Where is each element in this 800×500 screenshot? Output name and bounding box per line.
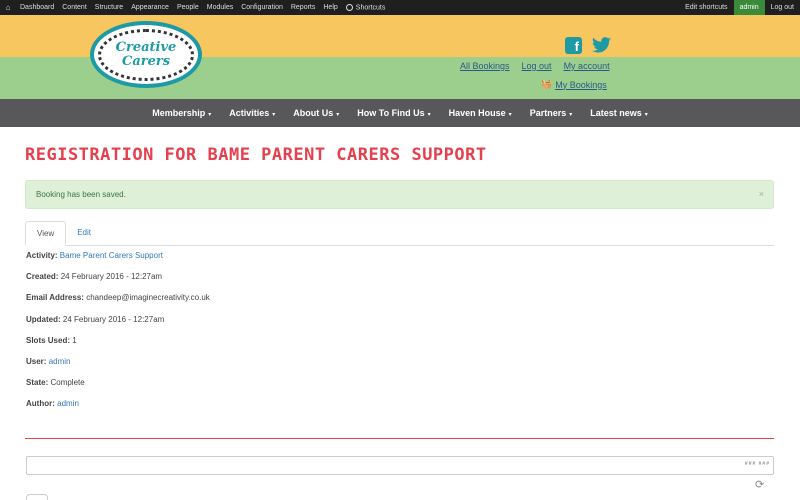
field-value: chandeep@imaginecreativity.co.uk xyxy=(86,293,210,303)
logo-text-line2: Carers xyxy=(121,53,171,69)
page-title: REGISTRATION FOR BAME PARENT CARERS SUPP… xyxy=(25,145,487,165)
close-icon[interactable]: × xyxy=(759,189,764,199)
admin-menu-shortcuts[interactable]: Shortcuts xyxy=(342,3,390,11)
tabs: View Edit xyxy=(25,221,774,246)
caret-down-icon: ▾ xyxy=(272,112,276,118)
field-value: Complete xyxy=(50,378,85,388)
field-slots-used: Slots Used: 1 xyxy=(26,336,210,357)
field-label: Email Address: xyxy=(26,293,84,303)
caret-down-icon: ▾ xyxy=(569,112,573,118)
field-label: Created: xyxy=(26,272,59,282)
alert-message: Booking has been saved. xyxy=(36,190,126,199)
field-label: Slots Used: xyxy=(26,335,71,345)
nav-label: Haven House xyxy=(448,108,506,118)
facebook-icon[interactable]: f xyxy=(565,37,582,54)
edit-shortcuts-link[interactable]: Edit shortcuts xyxy=(679,0,733,15)
field-label: Updated: xyxy=(26,314,61,324)
user-links: All Bookings Log out My account xyxy=(460,61,610,71)
site-logo[interactable]: Creative Carers xyxy=(90,21,202,88)
tab-view[interactable]: View xyxy=(25,221,67,246)
admin-menu-configuration[interactable]: Configuration xyxy=(237,4,287,11)
admin-right: Edit shortcuts admin Log out xyxy=(679,0,800,15)
user-link[interactable]: admin xyxy=(49,357,71,366)
nav-label: Partners xyxy=(529,108,567,118)
caret-down-icon: ▾ xyxy=(208,112,212,118)
field-label: Author: xyxy=(26,399,55,409)
author-link[interactable]: admin xyxy=(57,399,79,408)
admin-user-link[interactable]: admin xyxy=(733,0,765,15)
field-created: Created: 24 February 2016 - 12:27am xyxy=(26,272,210,293)
registration-fields: Activity: Bame Parent Carers Support Cre… xyxy=(26,251,210,421)
field-state: State: Complete xyxy=(26,378,210,399)
partial-button[interactable] xyxy=(26,494,48,500)
nav-partners[interactable]: Partners ▾ xyxy=(521,108,582,118)
nav-label: Latest news xyxy=(590,108,642,118)
field-activity: Activity: Bame Parent Carers Support xyxy=(26,251,210,272)
field-value: 1 xyxy=(72,335,77,345)
field-value: 24 February 2016 - 12:27am xyxy=(62,314,165,324)
activity-link[interactable]: Bame Parent Carers Support xyxy=(60,251,163,260)
shortcuts-icon xyxy=(345,3,353,11)
my-account-link[interactable]: My account xyxy=(564,61,610,71)
nav-activities[interactable]: Activities ▾ xyxy=(220,108,284,118)
home-icon[interactable]: ⌂ xyxy=(0,3,16,12)
admin-menu-dashboard[interactable]: Dashboard xyxy=(16,4,58,11)
nav-label: How To Find Us xyxy=(357,108,425,118)
admin-menu-people[interactable]: People xyxy=(173,4,203,11)
admin-menu-modules[interactable]: Modules xyxy=(203,4,237,11)
admin-menu-content[interactable]: Content xyxy=(58,4,91,11)
my-bookings-link[interactable]: My Bookings xyxy=(555,80,607,90)
basket-icon: 🧺 xyxy=(541,79,553,89)
all-bookings-link[interactable]: All Bookings xyxy=(460,61,510,71)
nav-about-us[interactable]: About Us ▾ xyxy=(284,108,348,118)
nav-membership[interactable]: Membership ▾ xyxy=(143,108,220,118)
twitter-icon[interactable] xyxy=(592,37,611,54)
caret-down-icon: ▾ xyxy=(336,112,340,118)
refresh-icon[interactable]: ⟳ xyxy=(755,478,764,491)
admin-menu-reports[interactable]: Reports xyxy=(287,4,320,11)
social-links: f xyxy=(565,37,611,54)
logo-text-line1: Creative xyxy=(115,39,177,55)
twitter-bird-svg xyxy=(592,37,611,53)
tab-edit[interactable]: Edit xyxy=(66,221,102,246)
divider xyxy=(25,438,774,439)
caret-down-icon: ▾ xyxy=(644,112,648,118)
nav-label: Membership xyxy=(152,108,206,118)
nav-label: Activities xyxy=(229,108,270,118)
admin-toolbar: ⌂ Dashboard Content Structure Appearance… xyxy=(0,0,800,15)
my-bookings: 🧺 My Bookings xyxy=(541,79,607,90)
field-label: User: xyxy=(26,356,47,366)
field-user: User: admin xyxy=(26,357,210,378)
field-author: Author: admin xyxy=(26,399,210,420)
field-email: Email Address: chandeep@imaginecreativit… xyxy=(26,293,210,314)
admin-logout-link[interactable]: Log out xyxy=(765,0,800,15)
nav-latest-news[interactable]: Latest news ▾ xyxy=(581,108,657,118)
field-label: State: xyxy=(26,378,49,388)
nav-haven-house[interactable]: Haven House ▾ xyxy=(440,108,521,118)
admin-menu-appearance[interactable]: Appearance xyxy=(127,4,173,11)
field-label: Activity: xyxy=(26,251,58,260)
admin-menu: Dashboard Content Structure Appearance P… xyxy=(16,3,390,11)
logout-link[interactable]: Log out xyxy=(522,61,552,71)
admin-menu-structure[interactable]: Structure xyxy=(91,4,127,11)
caret-down-icon: ▾ xyxy=(427,112,431,118)
field-value: 24 February 2016 - 12:27am xyxy=(60,272,163,282)
status-alert: Booking has been saved. × xyxy=(25,180,774,209)
caret-down-icon: ▾ xyxy=(508,112,512,118)
nav-label: About Us xyxy=(293,108,334,118)
nav-how-to-find-us[interactable]: How To Find Us ▾ xyxy=(348,108,439,118)
main-nav: Membership ▾ Activities ▾ About Us ▾ How To… xyxy=(0,99,800,127)
editor-toolbar[interactable]: ### ### xyxy=(745,461,770,467)
field-updated: Updated: 24 February 2016 - 12:27am xyxy=(26,315,210,336)
comment-editor[interactable]: ### ### xyxy=(26,456,774,475)
logo-inner: Creative Carers xyxy=(98,28,194,81)
admin-menu-help[interactable]: Help xyxy=(319,4,341,11)
